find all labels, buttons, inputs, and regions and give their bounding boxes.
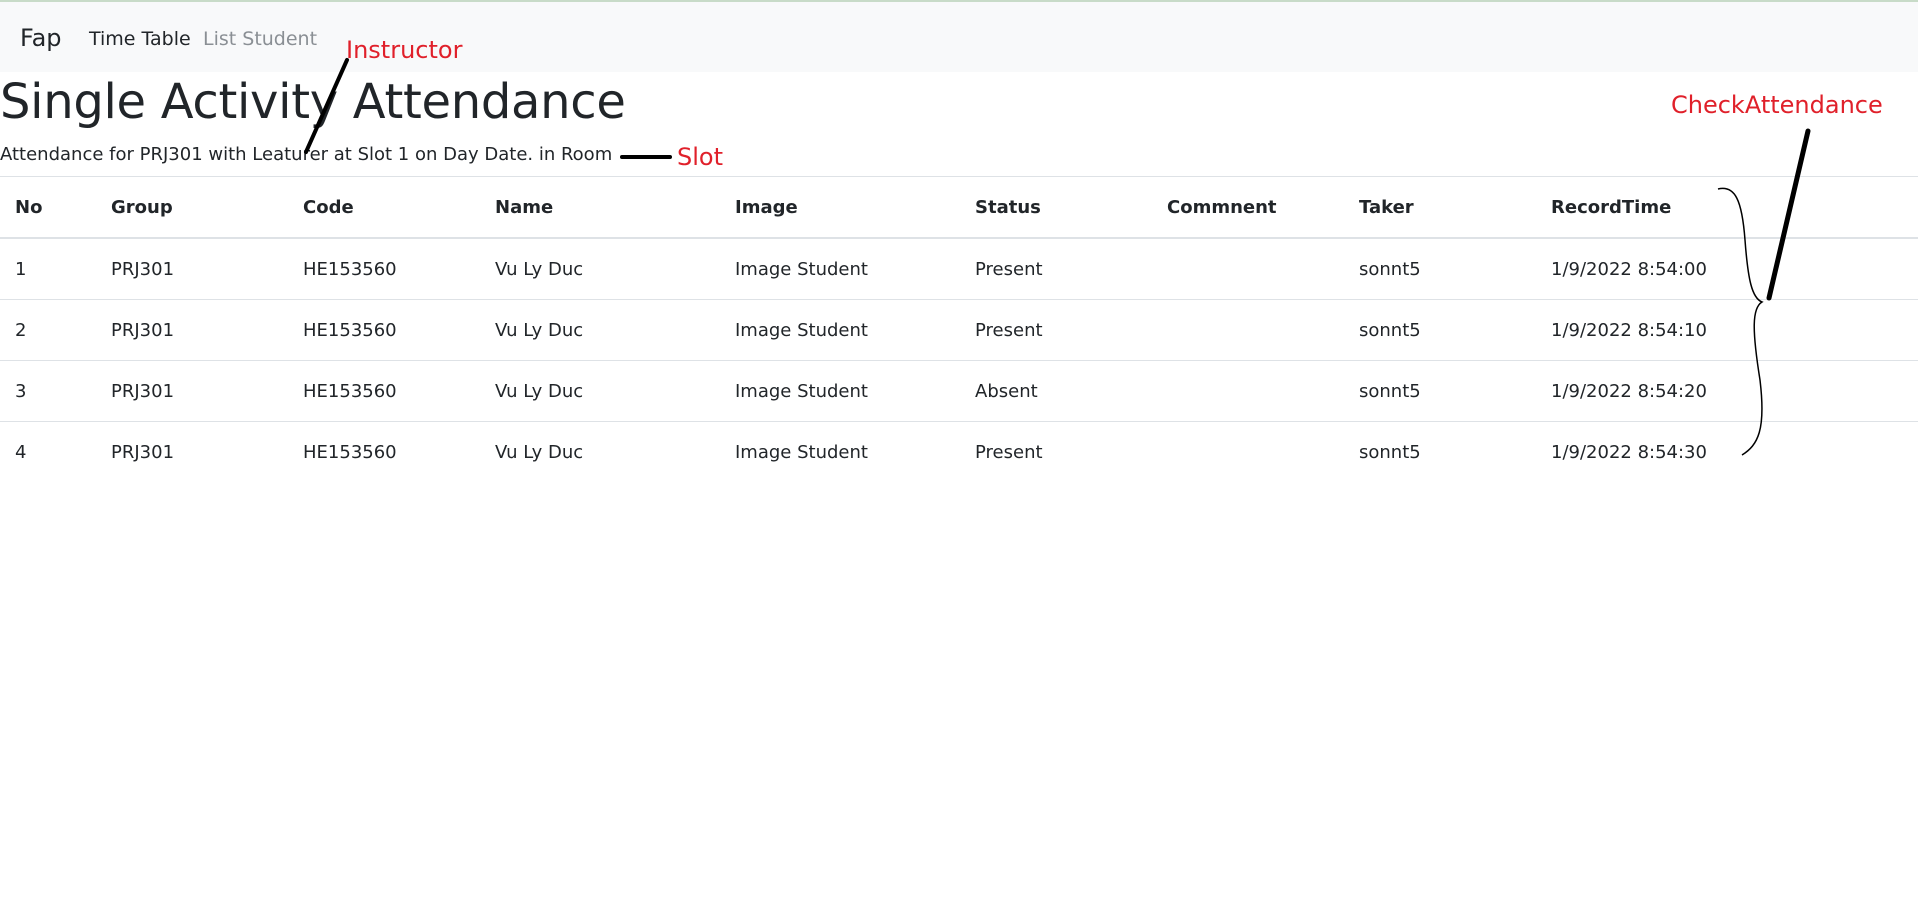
cell-group: PRJ301 — [96, 360, 288, 422]
header-group: Group — [96, 176, 288, 239]
header-taker: Taker — [1344, 176, 1536, 239]
brand-link[interactable]: Fap — [20, 24, 62, 52]
cell-comment — [1152, 360, 1344, 422]
cell-group: PRJ301 — [111, 441, 175, 463]
cell-group: PRJ301 — [96, 299, 288, 361]
table-row: 1 PRJ301 HE153560 Vu Ly Duc Image Studen… — [0, 238, 1918, 300]
instructor-annotation: Instructor — [346, 36, 463, 64]
cell-status: Absent — [960, 360, 1152, 422]
cell-code: HE153560 — [288, 299, 480, 361]
table-row: 3 PRJ301 HE153560 Vu Ly Duc Image Studen… — [0, 360, 1918, 422]
slot-annotation: Slot — [677, 143, 723, 171]
cell-no: 4 — [15, 441, 27, 463]
cell-taker: sonnt5 — [1344, 238, 1536, 300]
table-row: 2 PRJ301 HE153560 Vu Ly Duc Image Studen… — [0, 299, 1918, 361]
cell-code: HE153560 — [288, 238, 480, 300]
cell-status: Present — [960, 238, 1152, 300]
cell-status: Present — [960, 299, 1152, 361]
header-status: Status — [960, 176, 1152, 239]
cell-code: HE153560 — [288, 360, 480, 422]
cell-no: 2 — [0, 299, 96, 361]
attendance-table: No Group Code Name Image Status Commnent… — [0, 176, 1918, 482]
cell-name: Vu Ly Duc — [480, 360, 720, 422]
cell-group: PRJ301 — [96, 238, 288, 300]
cell-taker: sonnt5 — [1359, 441, 1421, 463]
header-code: Code — [288, 176, 480, 239]
cell-image: Image Student — [720, 238, 960, 300]
cell-image: Image Student — [720, 299, 960, 361]
table-header-row: No Group Code Name Image Status Commnent… — [0, 176, 1918, 239]
table-row: 4 PRJ301 HE153560 Vu Ly Duc Image Studen… — [0, 422, 1918, 483]
cell-record-time: 1/9/2022 8:54:00 — [1536, 238, 1918, 300]
cell-taker: sonnt5 — [1344, 299, 1536, 361]
header-comment: Commnent — [1152, 176, 1344, 239]
check-attendance-annotation: CheckAttendance — [1671, 91, 1883, 119]
cell-status: Present — [975, 441, 1043, 463]
cell-no: 3 — [0, 360, 96, 422]
navbar: Fap Time Table List Student — [0, 2, 1918, 72]
cell-comment — [1152, 238, 1344, 300]
cell-record-time: 1/9/2022 8:54:10 — [1536, 299, 1918, 361]
cell-record-time: 1/9/2022 8:54:20 — [1536, 360, 1918, 422]
nav-link-time-table[interactable]: Time Table — [89, 28, 191, 50]
cell-name: Vu Ly Duc — [495, 441, 584, 463]
nav-link-list-student[interactable]: List Student — [203, 28, 317, 50]
attendance-table-container: No Group Code Name Image Status Commnent… — [0, 176, 1918, 482]
header-no: No — [0, 176, 96, 239]
attendance-subtitle: Attendance for PRJ301 with Leaturer at S… — [0, 144, 613, 165]
cell-image: Image Student — [720, 360, 960, 422]
cell-record-time: 1/9/2022 8:54:30 — [1551, 441, 1707, 463]
cell-comment — [1152, 422, 1344, 483]
cell-name: Vu Ly Duc — [480, 299, 720, 361]
cell-no: 1 — [0, 238, 96, 300]
cell-code: HE153560 — [303, 441, 397, 463]
cell-name: Vu Ly Duc — [480, 238, 720, 300]
cell-comment — [1152, 299, 1344, 361]
cell-taker: sonnt5 — [1344, 360, 1536, 422]
header-name: Name — [480, 176, 720, 239]
header-record-time: RecordTime — [1536, 176, 1918, 239]
cell-image: Image Student — [735, 441, 868, 463]
header-image: Image — [720, 176, 960, 239]
page-title: Single Activity Attendance — [0, 74, 626, 130]
